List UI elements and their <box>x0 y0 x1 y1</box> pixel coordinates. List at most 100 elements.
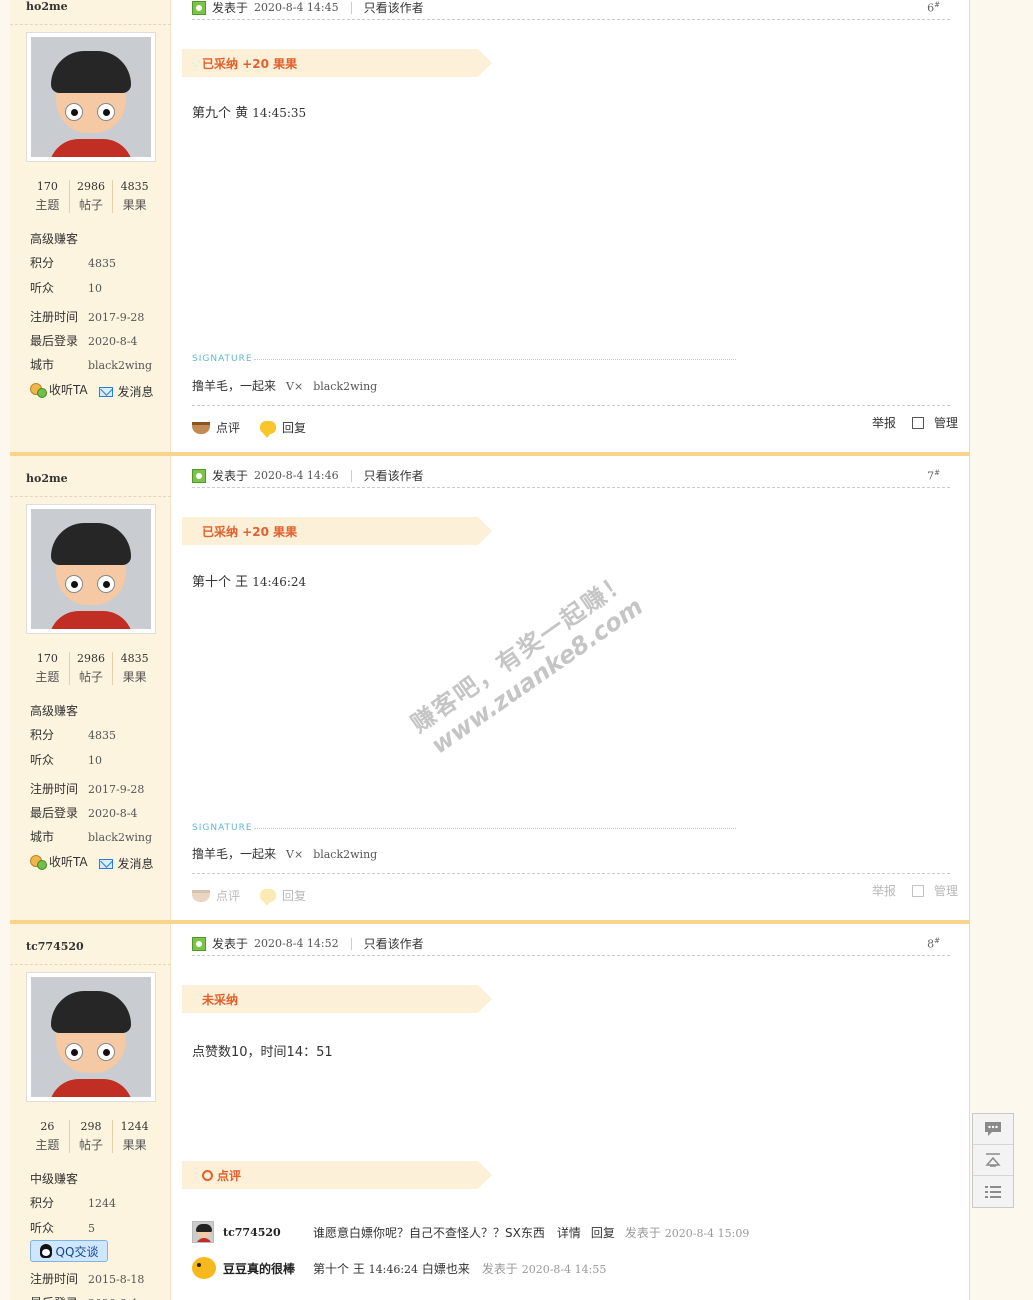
mail-icon <box>99 858 114 869</box>
follow-button[interactable]: 收听TA <box>30 853 88 870</box>
comment-item: tc774520 谁愿意白嫖你呢？自己不查怪人？？SX东西 详情 回复 发表于 … <box>192 1221 749 1243</box>
stat-fruits[interactable]: 4835 果果 <box>112 180 156 213</box>
reply-button[interactable]: 回复 <box>282 419 306 436</box>
user-sidebar: ho2me 170 主题 2986 帖子 4835 果果 高级赚客 积分 4835 听众… <box>10 0 171 456</box>
author-icon <box>192 0 206 15</box>
signature-label: SIGNATURE <box>192 354 253 364</box>
username[interactable]: tc774520 <box>26 940 84 953</box>
user-sidebar: ho2me 170 主题 2986 帖子 4835 果果 高级赚客 积分 4835 听众… <box>10 456 171 920</box>
status-badge: 未采纳 <box>182 985 492 1013</box>
user-level[interactable]: 高级赚客 <box>30 704 78 718</box>
post-header: 发表于 2020-8-4 14:45 只看该作者 6# <box>192 0 950 20</box>
comment-author[interactable]: 豆豆真的很棒 <box>223 1260 313 1277</box>
post-main: 发表于 2020-8-4 14:46 只看该作者 7# 已采纳 +20 果果 第… <box>182 456 958 924</box>
post-floor-6: ho2me 170 主题 2986 帖子 4835 果果 高级赚客 积分 4835 听众… <box>10 0 970 456</box>
follow-icon <box>30 382 47 398</box>
post-floor-7: ho2me 170 主题 2986 帖子 4835 果果 高级赚客 积分 4835 听众… <box>10 452 970 920</box>
back-to-top-icon[interactable] <box>973 1145 1013 1176</box>
qq-icon <box>39 1244 52 1258</box>
user-actions: 收听TA 发消息 <box>30 381 161 400</box>
rate-section-title: 点评 <box>182 1161 492 1189</box>
post-footer: 点评 回复 举报 管理 <box>192 416 958 439</box>
stat-topics[interactable]: 170 主题 <box>26 652 69 685</box>
user-stats: 170 主题 2986 帖子 4835 果果 <box>26 652 156 685</box>
rate-icon <box>192 889 210 902</box>
status-badge: 已采纳 +20 果果 <box>182 517 492 545</box>
post-time: 2020-8-4 14:46 <box>254 469 339 482</box>
manage-checkbox[interactable] <box>911 416 924 429</box>
rate-icon <box>192 421 210 434</box>
avatar[interactable] <box>192 1221 214 1243</box>
comment-item: 豆豆真的很棒 第十个 王 14:46:24 白嫖也来 发表于 2020-8-4 … <box>192 1257 606 1279</box>
floor-number[interactable]: 7# <box>927 469 940 483</box>
side-toolbar <box>972 1113 1014 1208</box>
post-content: 点赞数10，时间14：51 <box>192 1045 333 1060</box>
user-sidebar: tc774520 26 主题 298 帖子 1244 果果 中级赚客 积分 1244 听… <box>10 924 171 1300</box>
comment-icon[interactable] <box>973 1114 1013 1145</box>
comment-text: 第十个 王 14:46:24 白嫖也来 <box>313 1261 470 1276</box>
report-button[interactable]: 举报 <box>872 882 896 899</box>
follow-button[interactable]: 收听TA <box>30 381 88 398</box>
post-header: 发表于 2020-8-4 14:46 只看该作者 7# <box>192 464 950 488</box>
qq-chat-button[interactable]: QQ交谈 <box>30 1240 108 1262</box>
stat-fruits[interactable]: 1244 果果 <box>112 1120 156 1153</box>
reply-icon <box>260 889 277 906</box>
reply-link[interactable]: 回复 <box>591 1224 615 1241</box>
username[interactable]: ho2me <box>26 0 68 13</box>
avatar[interactable] <box>26 32 156 162</box>
follow-icon <box>30 854 47 870</box>
comment-author[interactable]: tc774520 <box>223 1226 313 1239</box>
post-time: 2020-8-4 14:52 <box>254 937 339 950</box>
floor-number[interactable]: 6# <box>927 1 940 15</box>
comment-text: 谁愿意白嫖你呢？自己不查怪人？？SX东西 <box>313 1225 545 1240</box>
forum-thread-page: ho2me 170 主题 2986 帖子 4835 果果 高级赚客 积分 4835 听众… <box>10 0 970 1300</box>
author-icon <box>192 468 206 483</box>
status-badge: 已采纳 +20 果果 <box>182 49 492 77</box>
reply-icon <box>260 421 277 438</box>
user-stats: 170 主题 2986 帖子 4835 果果 <box>26 180 156 213</box>
manage-checkbox[interactable] <box>911 884 924 897</box>
avatar[interactable] <box>192 1257 216 1279</box>
stat-topics[interactable]: 170 主题 <box>26 180 69 213</box>
post-content: 第十个 王 14:46:24 <box>192 575 307 590</box>
signature: 撸羊毛，一起来 V× black2wing <box>192 379 378 393</box>
post-header: 发表于 2020-8-4 14:52 只看该作者 8# <box>192 932 950 956</box>
post-main: 发表于 2020-8-4 14:52 只看该作者 8# 未采纳 点赞数10，时间… <box>182 924 950 1300</box>
post-content: 第九个 黄 14:45:35 <box>192 106 307 121</box>
only-author-link[interactable]: 只看该作者 <box>364 0 424 16</box>
rate-button[interactable]: 点评 <box>216 887 240 904</box>
comment-time: 发表于 2020-8-4 15:09 <box>624 1225 750 1240</box>
message-button[interactable]: 发消息 <box>99 855 153 872</box>
user-level[interactable]: 高级赚客 <box>30 232 78 246</box>
author-icon <box>192 936 206 951</box>
stat-posts[interactable]: 2986 帖子 <box>68 652 113 685</box>
mail-icon <box>99 386 114 397</box>
manage-label[interactable]: 管理 <box>934 882 958 899</box>
stat-fruits[interactable]: 4835 果果 <box>112 652 156 685</box>
message-button[interactable]: 发消息 <box>99 383 153 400</box>
list-icon[interactable] <box>973 1176 1013 1207</box>
avatar[interactable] <box>26 972 156 1102</box>
username[interactable]: ho2me <box>26 472 68 485</box>
divider <box>10 24 171 25</box>
user-actions: 收听TA 发消息 <box>30 853 161 872</box>
stat-posts[interactable]: 2986 帖子 <box>68 180 113 213</box>
only-author-link[interactable]: 只看该作者 <box>364 467 424 484</box>
circle-icon <box>202 1169 213 1181</box>
avatar[interactable] <box>26 504 156 634</box>
post-time: 2020-8-4 14:45 <box>254 1 339 14</box>
rate-button[interactable]: 点评 <box>216 419 240 436</box>
user-stats: 26 主题 298 帖子 1244 果果 <box>26 1120 156 1153</box>
report-button[interactable]: 举报 <box>872 414 896 431</box>
comment-time: 发表于 2020-8-4 14:55 <box>481 1261 607 1276</box>
floor-number[interactable]: 8# <box>927 937 940 951</box>
signature-label: SIGNATURE <box>192 823 253 833</box>
stat-topics[interactable]: 26 主题 <box>26 1120 69 1153</box>
only-author-link[interactable]: 只看该作者 <box>364 935 424 952</box>
post-footer: 点评 回复 举报 管理 <box>192 884 958 907</box>
reply-button[interactable]: 回复 <box>282 887 306 904</box>
user-level[interactable]: 中级赚客 <box>30 1172 78 1186</box>
detail-link[interactable]: 详情 <box>557 1224 581 1241</box>
manage-label[interactable]: 管理 <box>934 414 958 431</box>
stat-posts[interactable]: 298 帖子 <box>68 1120 113 1153</box>
